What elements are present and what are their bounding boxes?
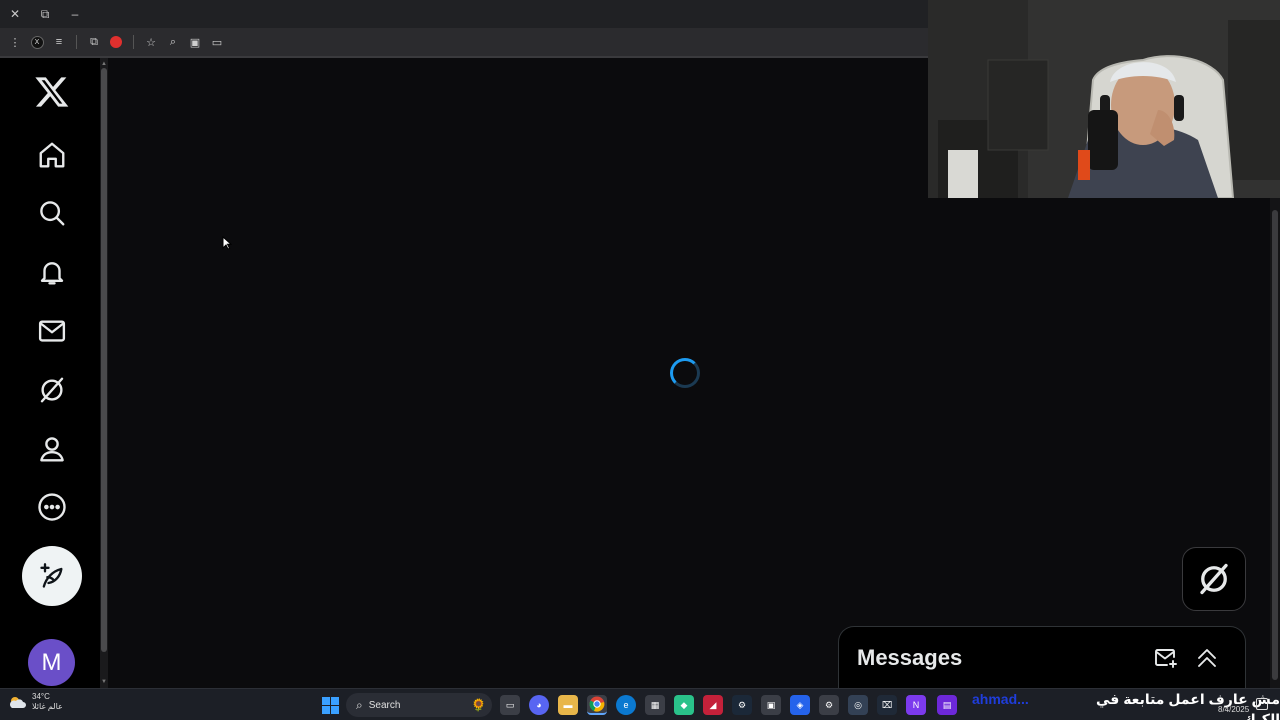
- weather-sun-icon: [8, 695, 26, 709]
- twitch-icon[interactable]: ▤: [937, 695, 957, 715]
- settings-gear-icon[interactable]: ⚙: [819, 695, 839, 715]
- translate-icon[interactable]: ▣: [184, 31, 206, 53]
- close-window-button[interactable]: ✕: [0, 0, 30, 28]
- grok-icon[interactable]: [34, 372, 70, 408]
- sunflower-icon: 🌻: [471, 698, 486, 712]
- toolbar-divider: [133, 35, 134, 49]
- sidebar-scrollbar[interactable]: ▲ ▼: [100, 58, 108, 688]
- taskbar-search-label: Search: [368, 699, 401, 711]
- bookmark-star-icon[interactable]: ☆: [140, 31, 162, 53]
- app-red-icon[interactable]: ◢: [703, 695, 723, 715]
- compose-post-button[interactable]: [22, 546, 82, 606]
- mouse-cursor-icon: [222, 235, 233, 255]
- weather-description: عالم غائلا: [32, 702, 63, 711]
- file-explorer-icon[interactable]: ▬: [558, 695, 578, 715]
- extension-icon[interactable]: X: [26, 31, 48, 53]
- extensions-puzzle-icon[interactable]: ⧉: [83, 31, 105, 53]
- windows-taskbar: 34°C عالم غائلا ⌕ Search 🌻 ▭ ◕ ▬ e ▦ ◆ ◢…: [0, 688, 1280, 720]
- page-scrollbar[interactable]: [1270, 198, 1280, 688]
- expand-messages-icon[interactable]: [1194, 645, 1220, 671]
- chrome-icon[interactable]: [587, 695, 607, 715]
- discord-icon[interactable]: ◕: [529, 695, 549, 715]
- notification-icon[interactable]: [1256, 698, 1268, 710]
- shield-icon[interactable]: ◈: [790, 695, 810, 715]
- bell-icon[interactable]: [34, 254, 70, 290]
- restore-window-button[interactable]: ⧉: [30, 0, 60, 28]
- minimize-window-button[interactable]: –: [60, 0, 90, 28]
- messages-drawer[interactable]: Messages: [838, 626, 1246, 688]
- system-date[interactable]: 8/4/2025: [1218, 705, 1249, 714]
- home-icon[interactable]: [34, 137, 70, 173]
- app-blue-icon[interactable]: ◎: [848, 695, 868, 715]
- stream-chat-username: ahmad...: [972, 691, 1029, 707]
- search-icon[interactable]: [34, 195, 70, 231]
- next-app-icon[interactable]: N: [906, 695, 926, 715]
- browser-titlebar: ✕ ⧉ –: [0, 0, 928, 28]
- account-avatar[interactable]: M: [28, 639, 75, 686]
- task-view-icon[interactable]: ▭: [500, 695, 520, 715]
- weather-temperature: 34°C: [32, 692, 50, 701]
- browser-toolbar: ⋮ X ≡ ⧉ ☆ ⌕ ▣ ▭: [0, 28, 928, 56]
- scrollbar-thumb[interactable]: [101, 68, 107, 652]
- more-icon[interactable]: [34, 489, 70, 525]
- x-logo-icon[interactable]: [34, 74, 70, 110]
- grok-floating-button[interactable]: [1182, 547, 1246, 611]
- feather-plus-icon: [40, 563, 63, 588]
- scroll-up-arrow-icon[interactable]: ▲: [100, 60, 108, 68]
- weather-widget[interactable]: 34°C عالم غائلا: [8, 692, 63, 712]
- reading-list-icon[interactable]: ≡: [48, 31, 70, 53]
- messages-title: Messages: [857, 645, 963, 670]
- profile-icon[interactable]: [34, 431, 70, 467]
- webcam-overlay: [928, 0, 1280, 198]
- page-scrollbar-thumb[interactable]: [1272, 210, 1278, 680]
- browser-menu-icon[interactable]: ⋮: [4, 31, 26, 53]
- grok-icon: [1200, 563, 1228, 595]
- new-message-icon[interactable]: [1153, 645, 1179, 671]
- cast-icon[interactable]: ▭: [206, 31, 228, 53]
- record-extension-icon[interactable]: [105, 31, 127, 53]
- taskbar-search-box[interactable]: ⌕ Search 🌻: [346, 693, 492, 717]
- store-icon[interactable]: ▦: [645, 695, 665, 715]
- steam-icon[interactable]: ⚙: [732, 695, 752, 715]
- edge-icon[interactable]: e: [616, 695, 636, 715]
- zoom-icon[interactable]: ⌕: [162, 31, 184, 53]
- mail-icon[interactable]: [34, 313, 70, 349]
- window-icon[interactable]: ▣: [761, 695, 781, 715]
- windows-start-icon[interactable]: [320, 695, 340, 715]
- loading-spinner: [670, 358, 700, 388]
- app-icon[interactable]: ◆: [674, 695, 694, 715]
- search-icon: ⌕: [356, 697, 363, 712]
- scroll-down-arrow-icon[interactable]: ▼: [100, 678, 108, 686]
- toolbar-divider: [76, 35, 77, 49]
- x-sidebar: M: [0, 58, 100, 688]
- app-dark-icon[interactable]: ⌧: [877, 695, 897, 715]
- screen: ✕ ⧉ – ⋮ X ≡ ⧉ ☆ ⌕ ▣ ▭ M ▲ ▼ Messages 34°…: [0, 0, 1280, 720]
